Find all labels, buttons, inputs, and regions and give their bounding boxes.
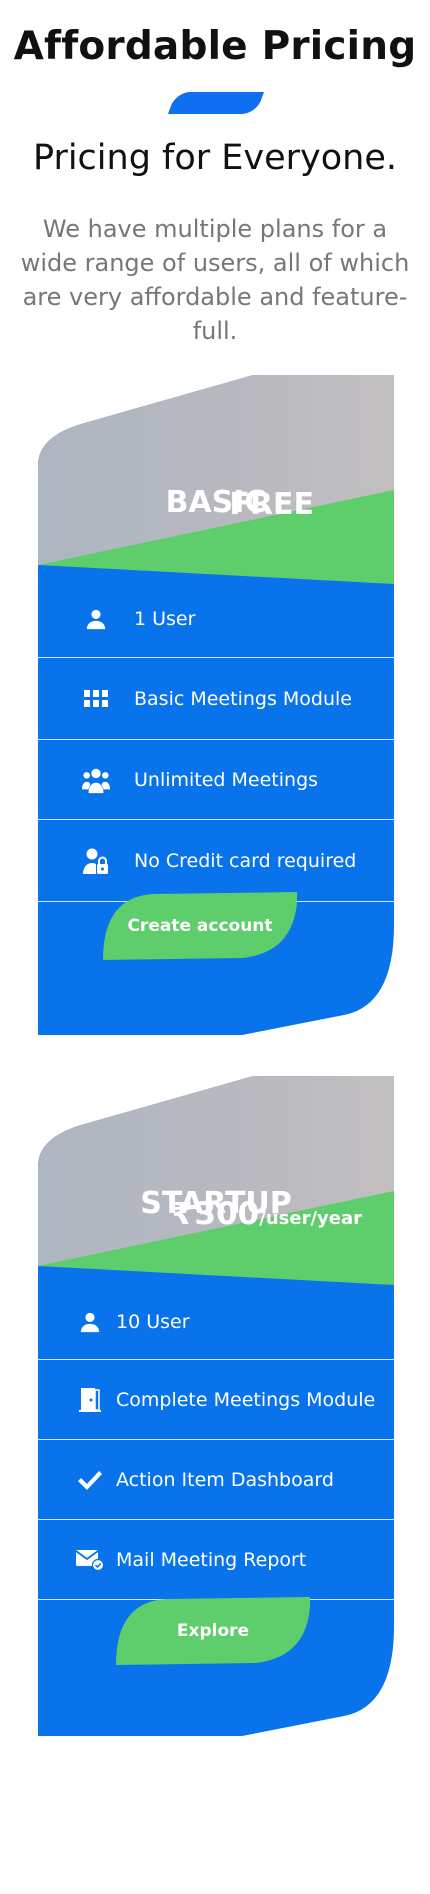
feature-item: Mail Meeting Report [38, 1520, 394, 1600]
user-lock-icon [82, 847, 110, 875]
price-currency: ₹ [171, 1197, 193, 1232]
feature-item: No Credit card required [38, 820, 394, 902]
pricing-card-startup: STARTUP ₹300/user/year 10 User Complete … [38, 1076, 394, 1736]
feature-item: 1 User [38, 581, 394, 658]
feature-item: 10 User [38, 1284, 394, 1360]
mail-check-icon [76, 1546, 104, 1574]
feature-label: Basic Meetings Module [134, 687, 352, 710]
door-icon [76, 1386, 104, 1414]
feature-label: Mail Meeting Report [116, 1548, 307, 1571]
plan-price: ₹300/user/year [172, 1196, 362, 1232]
users-group-icon [82, 766, 110, 794]
feature-item: Basic Meetings Module [38, 658, 394, 740]
price-unit: /user/year [259, 1208, 362, 1229]
feature-item: Complete Meetings Module [38, 1360, 394, 1440]
page-title: Affordable Pricing [13, 24, 417, 69]
plan-name: BASIC [165, 485, 267, 520]
feature-label: 1 User [134, 608, 196, 630]
page-subtitle: Pricing for Everyone. [32, 138, 398, 178]
feature-label: Complete Meetings Module [116, 1388, 376, 1411]
price-amount: 300 [194, 1196, 260, 1232]
feature-label: No Credit card required [134, 849, 357, 872]
pricing-card-basic: BASIC FREE 1 User Basic Meetings Module … [38, 375, 394, 1035]
plan-price: FREE [229, 487, 314, 522]
grid-icon [82, 685, 110, 713]
checkmark-icon [76, 1466, 104, 1494]
feature-label: Unlimited Meetings [134, 768, 319, 791]
user-icon [76, 1308, 104, 1336]
feature-item: Action Item Dashboard [38, 1440, 394, 1520]
feature-label: 10 User [116, 1310, 190, 1333]
feature-item: Unlimited Meetings [38, 740, 394, 820]
feature-label: Action Item Dashboard [116, 1468, 334, 1491]
user-icon [82, 605, 110, 633]
title-accent-bar [167, 92, 265, 114]
explore-button[interactable]: Explore [116, 1597, 310, 1665]
create-account-button[interactable]: Create account [103, 892, 297, 960]
page-description: We have multiple plans for a wide range … [20, 215, 410, 345]
